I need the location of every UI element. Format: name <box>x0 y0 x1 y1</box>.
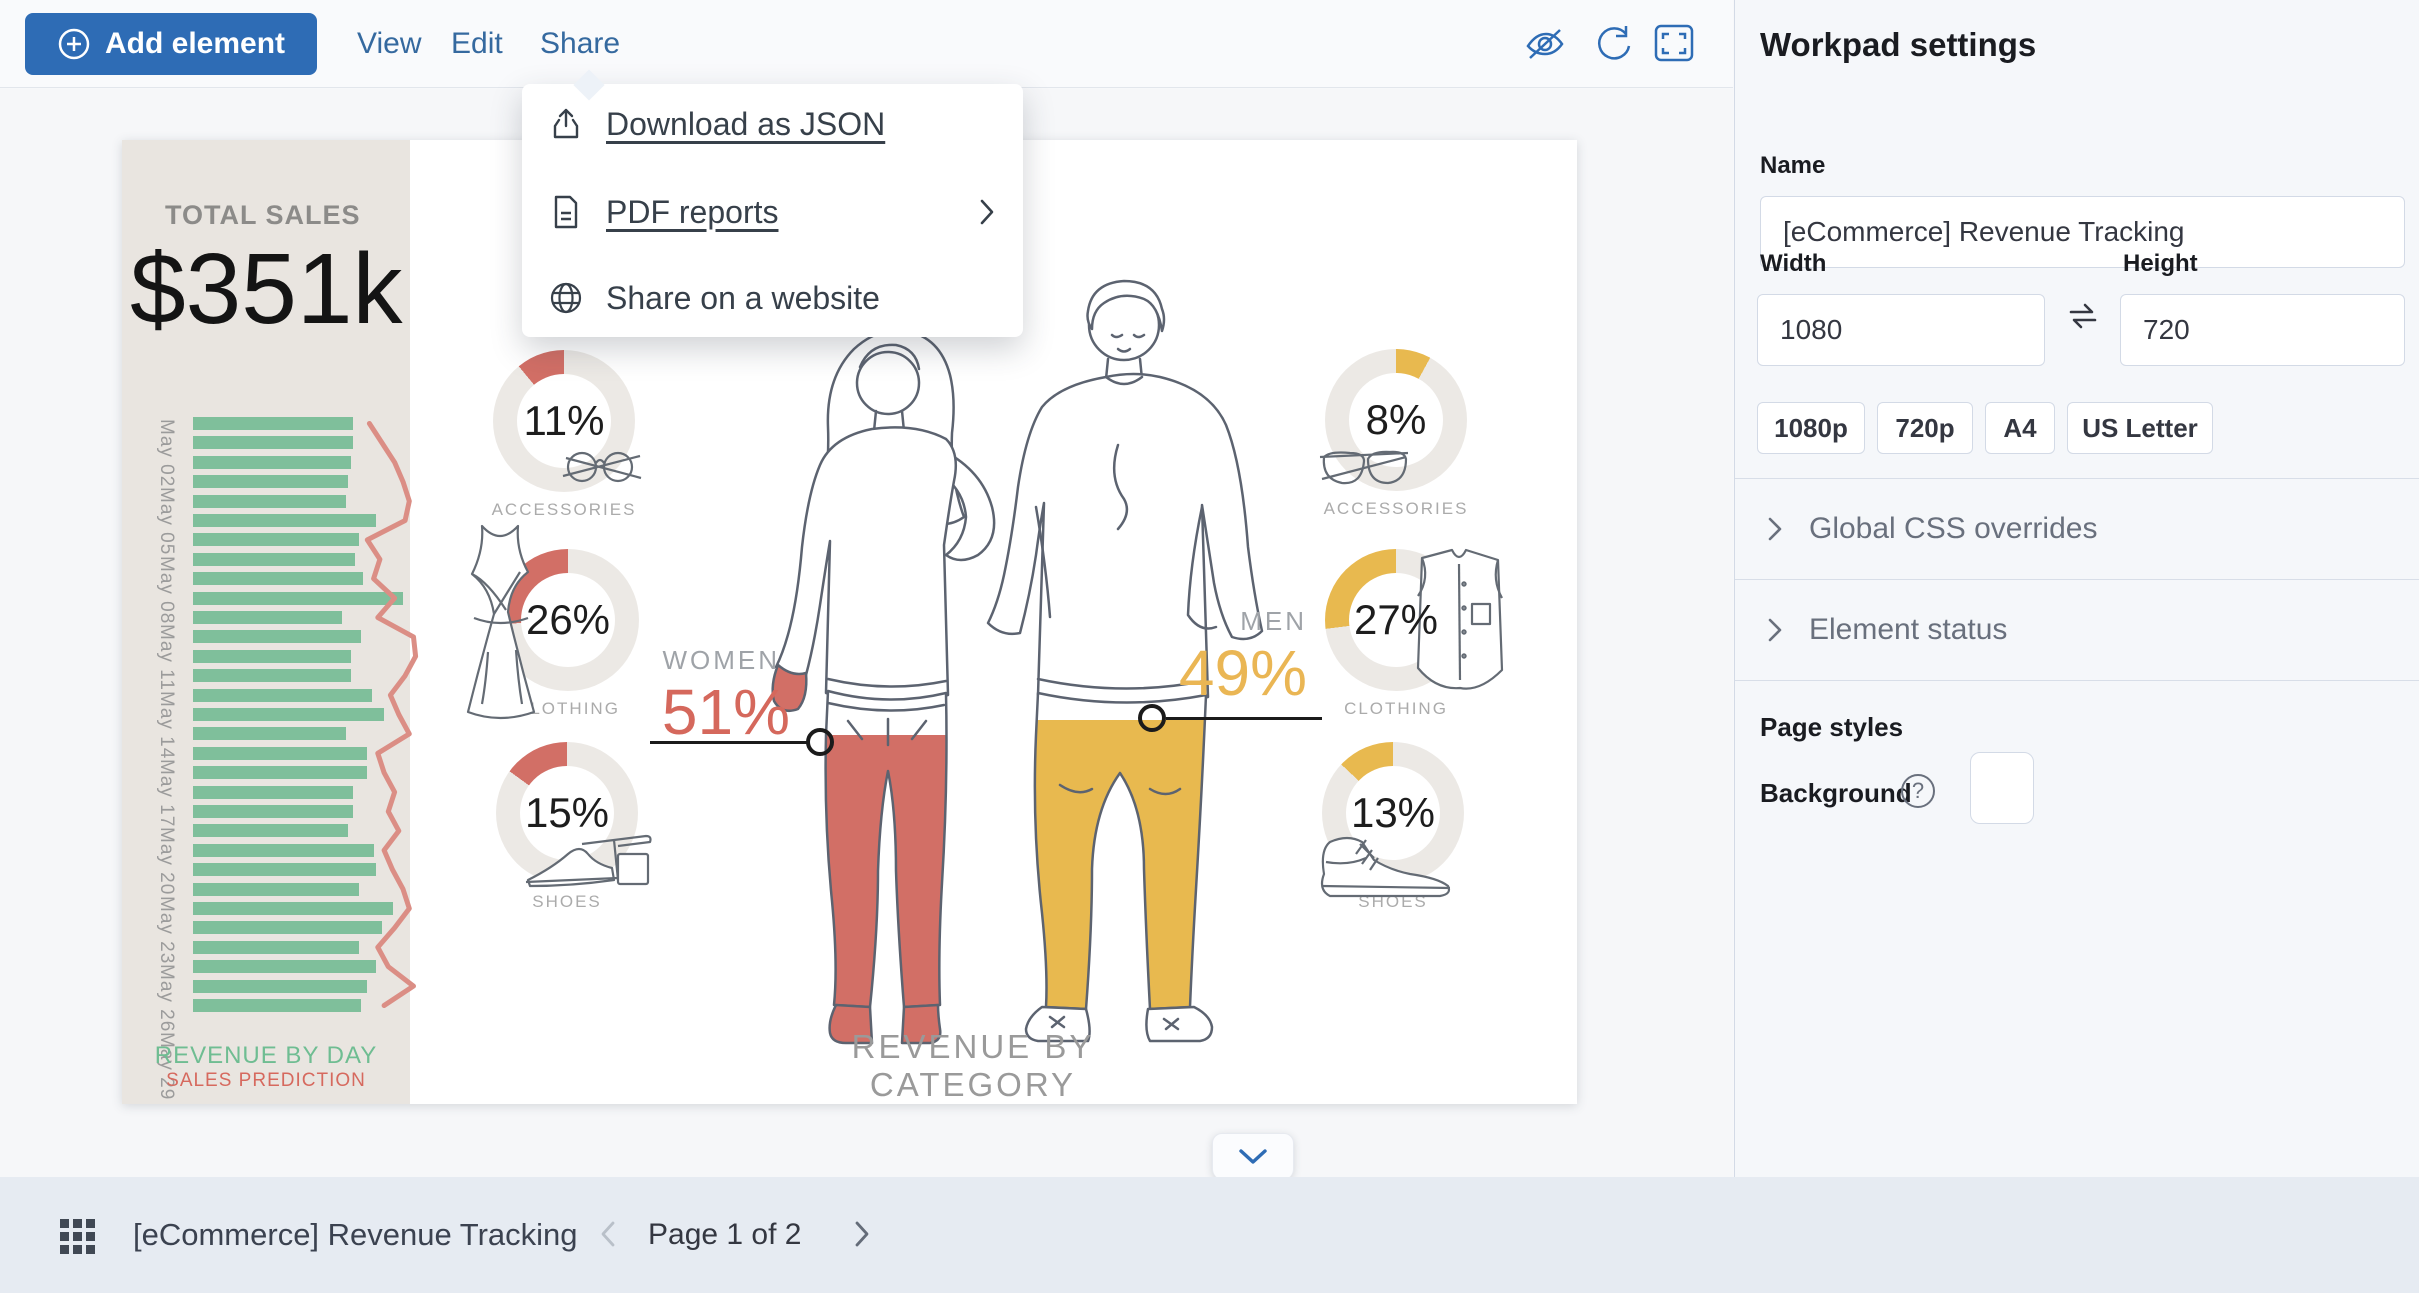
donut-women-accessories[interactable]: 11% <box>493 350 635 492</box>
date-tick-label: May 20 <box>155 827 177 895</box>
divider <box>1735 680 2419 681</box>
donut-percent: 15% <box>496 742 638 884</box>
plus-circle-icon <box>57 27 91 61</box>
menu-view[interactable]: View <box>357 0 421 88</box>
page-manager-bar: [eCommerce] Revenue Tracking Page 1 of 2 <box>0 1177 2419 1293</box>
donut-men-accessories[interactable]: 8% <box>1325 349 1467 491</box>
globe-icon <box>548 280 584 316</box>
sales-prediction-line <box>193 417 443 1027</box>
menu-item-share-website[interactable]: Share on a website <box>522 258 1023 338</box>
background-color-swatch[interactable] <box>1970 752 2034 824</box>
swap-dimensions-button[interactable] <box>2061 294 2105 338</box>
donut-women-shoes[interactable]: 15% <box>496 742 638 884</box>
donut-percent: 11% <box>493 350 635 492</box>
women-label: WOMEN <box>620 645 780 676</box>
chevron-down-icon <box>1238 1148 1268 1166</box>
height-label: Height <box>2123 250 2198 278</box>
women-callout-ring <box>806 728 834 756</box>
donut-category-label: SHOES <box>457 892 677 912</box>
page-grid-button[interactable] <box>56 1216 100 1260</box>
accordion-label: Element status <box>1809 613 2007 647</box>
date-tick-label: May 05 <box>155 487 177 555</box>
chevron-right-icon <box>1765 514 1785 544</box>
height-input[interactable] <box>2120 294 2405 366</box>
total-sales-panel[interactable]: TOTAL SALES $351k May 02May 05May 08May … <box>122 140 410 1104</box>
menu-item-label: Download as JSON <box>606 106 885 143</box>
menu-item-download-json[interactable]: Download as JSON <box>522 84 1023 164</box>
date-tick-label: May 26 <box>155 964 177 1032</box>
preset-1080p[interactable]: 1080p <box>1757 402 1865 454</box>
revenue-by-day-bar-chart[interactable] <box>193 417 433 1027</box>
bar-chart-subtitle: SALES PREDICTION <box>122 1070 410 1092</box>
donut-men-shoes[interactable]: 13% <box>1322 742 1464 884</box>
date-tick-label: May 02 <box>155 419 177 487</box>
donut-percent: 8% <box>1325 349 1467 491</box>
revenue-by-category-title: REVENUE BY CATEGORY <box>783 1028 1163 1104</box>
date-tick-label: May 17 <box>155 759 177 827</box>
bar-chart-title: REVENUE BY DAY <box>122 1042 410 1070</box>
help-icon[interactable]: ? <box>1901 774 1935 808</box>
footer-workpad-name: [eCommerce] Revenue Tracking <box>133 1177 578 1293</box>
preset-720p[interactable]: 720p <box>1877 402 1973 454</box>
donut-category-label: CLOTHING <box>1286 699 1506 719</box>
date-tick-label: May 08 <box>155 556 177 624</box>
name-label: Name <box>1760 152 1825 180</box>
menu-edit[interactable]: Edit <box>451 0 503 88</box>
hide-toolbars-icon[interactable] <box>1522 24 1566 64</box>
page-styles-label: Page styles <box>1760 712 1903 743</box>
workpad-settings-panel: Workpad settings Name Width Height 1080p… <box>1734 0 2419 1177</box>
page-scroll-down-button[interactable] <box>1212 1133 1294 1179</box>
men-label: MEN <box>1167 606 1307 637</box>
previous-page-button[interactable] <box>588 1215 628 1255</box>
date-tick-label: May 11 <box>155 624 177 691</box>
accordion-element-status[interactable]: Element status <box>1735 580 2419 680</box>
share-dropdown-menu: Download as JSON PDF reports Share on a … <box>522 84 1023 337</box>
donut-women-clothing[interactable]: 26% <box>497 549 639 691</box>
add-element-label: Add element <box>105 27 285 61</box>
width-input[interactable] <box>1757 294 2045 366</box>
workpad-name-input[interactable] <box>1760 196 2405 268</box>
accordion-label: Global CSS overrides <box>1809 512 2097 546</box>
add-element-button[interactable]: Add element <box>25 13 317 75</box>
chevron-right-icon <box>977 196 997 228</box>
document-icon <box>548 194 584 230</box>
refresh-icon[interactable] <box>1592 24 1636 64</box>
chevron-left-icon <box>599 1219 617 1249</box>
next-page-button[interactable] <box>842 1215 882 1255</box>
swap-icon <box>2061 294 2105 338</box>
total-sales-label: TOTAL SALES <box>165 200 361 231</box>
donut-percent: 27% <box>1325 549 1467 691</box>
chevron-right-icon <box>1765 615 1785 645</box>
top-toolbar: Add element View Edit Share <box>0 0 1733 88</box>
date-tick-label: May 14 <box>155 691 177 759</box>
date-tick-label: May 23 <box>155 896 177 964</box>
total-sales-value: $351k <box>130 232 402 347</box>
menu-item-label: PDF reports <box>606 194 778 231</box>
background-label: Background <box>1760 778 1912 809</box>
donut-percent: 13% <box>1322 742 1464 884</box>
donut-category-label: ACCESSORIES <box>454 500 674 520</box>
menu-item-pdf-reports[interactable]: PDF reports <box>522 172 1023 252</box>
workpad-settings-title: Workpad settings <box>1760 26 2036 64</box>
menu-item-label: Share on a website <box>606 280 880 317</box>
width-label: Width <box>1760 250 1826 278</box>
women-callout-line <box>650 741 810 744</box>
fullscreen-icon[interactable] <box>1652 24 1696 64</box>
men-callout-ring <box>1138 704 1166 732</box>
page-indicator: Page 1 of 2 <box>648 1177 801 1293</box>
donut-category-label: ACCESSORIES <box>1286 499 1506 519</box>
men-pct: 49% <box>1127 636 1307 710</box>
grid-icon <box>58 1217 98 1257</box>
menu-share[interactable]: Share <box>540 0 620 88</box>
preset-us-letter[interactable]: US Letter <box>2067 402 2213 454</box>
chevron-right-icon <box>853 1219 871 1249</box>
accordion-global-css[interactable]: Global CSS overrides <box>1735 479 2419 579</box>
donut-percent: 26% <box>497 549 639 691</box>
men-callout-line <box>1166 717 1322 720</box>
preset-a4[interactable]: A4 <box>1985 402 2055 454</box>
export-icon <box>548 106 584 142</box>
donut-men-clothing[interactable]: 27% <box>1325 549 1467 691</box>
bar-chart-date-axis: May 02May 05May 08May 11May 14May 17May … <box>146 419 186 1014</box>
